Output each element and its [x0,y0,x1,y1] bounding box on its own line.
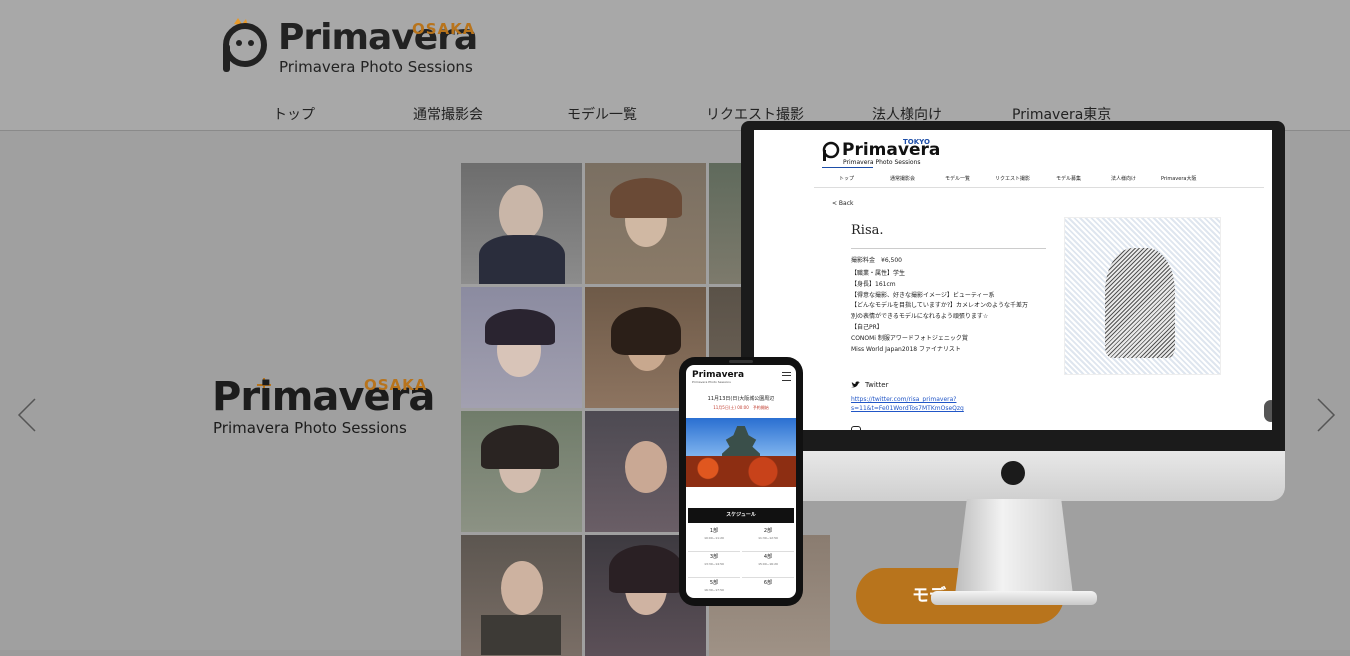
screen-nav-active-indicator [822,167,873,168]
screen-divider [851,248,1046,249]
screen-model-profile: 【職業・属性】学生 【身長】161cm 【得意な撮影、好きな撮影イメージ】ビュー… [851,269,1051,355]
screen-twitter-link[interactable]: https://twitter.com/risa_primavera?s=11&… [851,395,991,413]
twitter-icon [851,381,860,388]
site-logo[interactable]: Primavera OSAKA Primavera Photo Sessions [220,14,480,78]
profile-line: 【職業・属性】学生 [851,270,906,277]
schedule-slot[interactable]: 3部 13:30~14:50 [688,553,740,578]
site-header: Primavera OSAKA Primavera Photo Sessions… [0,0,1350,131]
screen-model-photo [1064,217,1221,375]
hero-logo-region: OSAKA [364,376,428,394]
logo-sub: Primavera Photo Sessions [279,58,473,76]
schedule-slot[interactable]: 5部 16:30~17:50 [688,579,740,598]
hero-logo: Primavera OSAKA Primavera Photo Sessions [212,374,442,440]
phone-castle-photo [686,418,796,487]
nav-item-models[interactable]: モデル一覧 [567,104,637,124]
model-photo [461,535,582,656]
schedule-slot[interactable]: 6部 [742,579,794,598]
monitor-screen: Primavera TOKYO Primavera Photo Sessions… [754,130,1272,430]
screen-nav-item[interactable]: リクエスト撮影 [995,175,1030,182]
model-photo [461,411,582,532]
profile-line: Miss World Japan2018 ファイナリスト [851,345,961,353]
screen-nav-item[interactable]: Primavera大阪 [1161,175,1196,182]
primavera-logo-icon [822,141,840,161]
screen-nav: トップ 通常撮影会 モデル一覧 リクエスト撮影 モデル募集 法人様向け Prim… [814,175,1264,188]
screen-nav-item[interactable]: モデル一覧 [945,175,970,182]
hamburger-menu-icon[interactable] [782,372,791,381]
monitor-stand [955,499,1073,595]
chevron-left-icon [17,398,36,432]
profile-line: 【身長】161cm [851,280,896,288]
nav-item-top[interactable]: トップ [273,104,315,124]
screen-nav-item[interactable]: 法人様向け [1111,175,1136,182]
profile-line: 【どんなモデルを目指していますか?】カメレオンのような千差万 [851,302,1029,310]
profile-line: 【自己PR】 [851,323,883,331]
apple-logo-icon [1001,461,1025,485]
hero-logo-sub: Primavera Photo Sessions [213,419,407,437]
screen-scroll-button[interactable] [1264,400,1272,422]
screen-nav-item[interactable]: トップ [839,175,854,182]
phone-event-title: 11月13日(日)大阪城公園周辺 [707,396,775,402]
screen-nav-item[interactable]: 通常撮影会 [890,175,915,182]
phone-event-date: 11月5日(土) 00:00 予約開始 [713,405,769,410]
profile-line: 別の表情ができるモデルになれるよう頑張ります☆ [851,313,989,321]
model-photo [585,163,706,284]
phone-screen: Primavera Primavera Photo Sessions 11月13… [686,365,796,598]
logo-region: OSAKA [412,20,476,38]
phone-schedule-header: スケジュール [688,508,794,523]
screen-back-link[interactable]: < Back [832,200,854,207]
profile-line: 【得意な撮影、好きな撮影イメージ】ビューティー系 [851,291,995,299]
phone-logo[interactable]: Primavera [692,370,744,380]
model-photo [461,287,582,408]
schedule-slot[interactable]: 1部 10:00~11:20 [688,527,740,552]
phone-speaker [729,360,753,363]
screen-model-fee: 撮影料金 ¥6,500 [851,257,902,264]
chevron-right-icon [1317,398,1336,432]
schedule-slot[interactable]: 4部 15:00~16:20 [742,553,794,578]
instagram-icon[interactable] [851,426,861,430]
profile-line: CONOMi 制服アワードフォトジェニック賞 [851,334,968,342]
screen-twitter-label: Twitter [865,381,889,389]
screen-nav-item[interactable]: モデル募集 [1056,175,1081,182]
phone-mockup: Primavera Primavera Photo Sessions 11月13… [679,357,803,606]
schedule-slot[interactable]: 2部 11:30~12:50 [742,527,794,552]
monitor-foot [931,591,1097,605]
screen-logo-region: TOKYO [903,138,930,146]
phone-logo-sub: Primavera Photo Sessions [692,380,731,384]
slider-next-button[interactable] [1316,398,1336,432]
nav-item-regular-sessions[interactable]: 通常撮影会 [413,104,483,124]
screen-logo-sub: Primavera Photo Sessions [843,159,921,166]
desktop-mockup: Primavera TOKYO Primavera Photo Sessions… [741,121,1285,611]
model-photo [461,163,582,284]
slider-prev-button[interactable] [17,398,37,432]
primavera-logo-icon [223,18,267,72]
screen-model-name: Risa. [851,223,884,238]
